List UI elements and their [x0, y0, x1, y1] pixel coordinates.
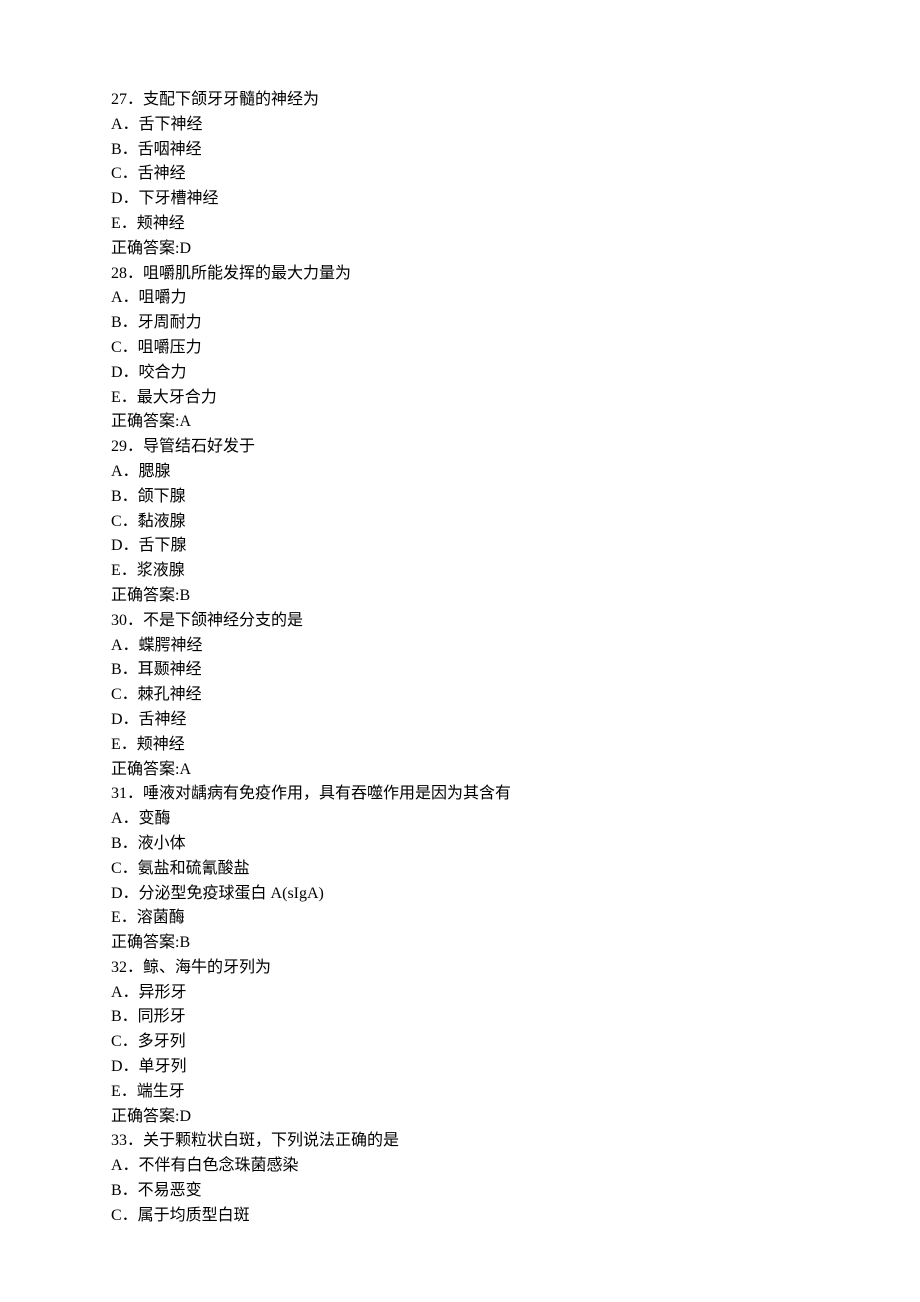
question-option: B．颌下腺	[111, 485, 920, 510]
answer-value: D	[179, 240, 191, 257]
answer-label: 正确答案:	[111, 587, 179, 604]
question-text: 不是下颌神经分支的是	[143, 612, 303, 629]
question-number: 30	[111, 612, 127, 629]
question-option: B．舌咽神经	[111, 138, 920, 163]
question-stem: 32．鲸、海牛的牙列为	[111, 956, 920, 981]
question-text: 导管结石好发于	[143, 438, 255, 455]
question-option: A．不伴有白色念珠菌感染	[111, 1154, 920, 1179]
answer-label: 正确答案:	[111, 1108, 179, 1125]
document-page: 27．支配下颌牙牙髓的神经为 A．舌下神经 B．舌咽神经 C．舌神经 D．下牙槽…	[0, 0, 920, 1302]
question-text: 支配下颌牙牙髓的神经为	[143, 91, 319, 108]
question-option: B．不易恶变	[111, 1179, 920, 1204]
question-text: 关于颗粒状白斑，下列说法正确的是	[143, 1132, 399, 1149]
question-option: C．多牙列	[111, 1030, 920, 1055]
question-option: D．下牙槽神经	[111, 187, 920, 212]
question-option: C．氨盐和硫氰酸盐	[111, 857, 920, 882]
question-number: 28	[111, 265, 127, 282]
question-option: D．舌下腺	[111, 534, 920, 559]
question-option: C．棘孔神经	[111, 683, 920, 708]
question-text: 唾液对龋病有免疫作用，具有吞噬作用是因为其含有	[143, 785, 511, 802]
question-option: E．浆液腺	[111, 559, 920, 584]
question-option: B．牙周耐力	[111, 311, 920, 336]
question-stem: 33．关于颗粒状白斑，下列说法正确的是	[111, 1129, 920, 1154]
question-stem: 31．唾液对龋病有免疫作用，具有吞噬作用是因为其含有	[111, 782, 920, 807]
answer-label: 正确答案:	[111, 934, 179, 951]
answer-line: 正确答案:D	[111, 237, 920, 262]
answer-line: 正确答案:B	[111, 584, 920, 609]
question-option: D．分泌型免疫球蛋白 A(sIgA)	[111, 882, 920, 907]
question-stem: 28．咀嚼肌所能发挥的最大力量为	[111, 262, 920, 287]
question-option: B．液小体	[111, 832, 920, 857]
question-option: D．咬合力	[111, 361, 920, 386]
question-option: D．单牙列	[111, 1055, 920, 1080]
question-option: D．舌神经	[111, 708, 920, 733]
question-option: E．颊神经	[111, 733, 920, 758]
question-stem: 30．不是下颌神经分支的是	[111, 609, 920, 634]
question-stem: 29．导管结石好发于	[111, 435, 920, 460]
answer-value: B	[179, 934, 190, 951]
question-option: C．舌神经	[111, 162, 920, 187]
answer-value: A	[179, 413, 191, 430]
question-text: 鲸、海牛的牙列为	[143, 959, 271, 976]
question-option: A．舌下神经	[111, 113, 920, 138]
answer-label: 正确答案:	[111, 413, 179, 430]
question-option: A．腮腺	[111, 460, 920, 485]
answer-label: 正确答案:	[111, 240, 179, 257]
question-option: C．属于均质型白斑	[111, 1204, 920, 1229]
question-number: 33	[111, 1132, 127, 1149]
question-number: 27	[111, 91, 127, 108]
question-option: A．蝶腭神经	[111, 634, 920, 659]
answer-label: 正确答案:	[111, 761, 179, 778]
question-option: C．咀嚼压力	[111, 336, 920, 361]
question-option: E．溶菌酶	[111, 906, 920, 931]
question-text: 咀嚼肌所能发挥的最大力量为	[143, 265, 351, 282]
answer-value: A	[179, 761, 191, 778]
question-option: A．变酶	[111, 807, 920, 832]
question-number: 29	[111, 438, 127, 455]
question-number: 32	[111, 959, 127, 976]
answer-line: 正确答案:A	[111, 410, 920, 435]
answer-value: D	[179, 1108, 191, 1125]
answer-line: 正确答案:A	[111, 758, 920, 783]
question-option: B．耳颞神经	[111, 658, 920, 683]
question-number: 31	[111, 785, 127, 802]
question-option: B．同形牙	[111, 1005, 920, 1030]
question-option: A．咀嚼力	[111, 286, 920, 311]
question-option: A．异形牙	[111, 981, 920, 1006]
question-stem: 27．支配下颌牙牙髓的神经为	[111, 88, 920, 113]
question-option: E．端生牙	[111, 1080, 920, 1105]
question-option: E．颊神经	[111, 212, 920, 237]
answer-line: 正确答案:D	[111, 1105, 920, 1130]
answer-value: B	[179, 587, 190, 604]
answer-line: 正确答案:B	[111, 931, 920, 956]
question-option: E．最大牙合力	[111, 386, 920, 411]
question-option: C．黏液腺	[111, 510, 920, 535]
